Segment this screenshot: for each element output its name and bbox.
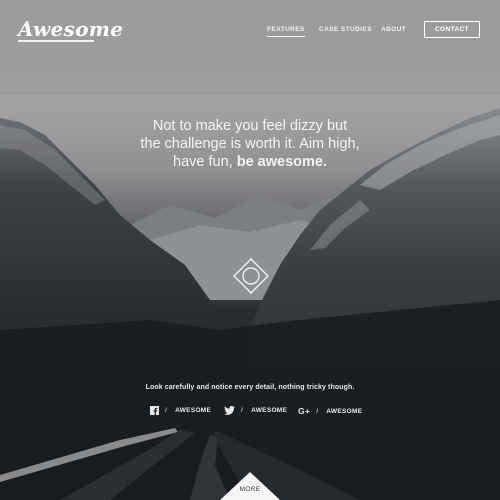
- social-separator: /: [165, 407, 168, 414]
- social-label: AWESOME: [175, 407, 212, 414]
- more-label: MORE: [239, 486, 261, 493]
- social-link-twitter[interactable]: / AWESOME: [224, 406, 287, 415]
- hero-tagline: Not to make you feel dizzy but the chall…: [100, 117, 400, 171]
- google-plus-icon: G+: [298, 406, 311, 416]
- social-separator: /: [241, 407, 244, 414]
- tagline-line-3: have fun, be awesome.: [100, 153, 400, 171]
- tagline-line-1: Not to make you feel dizzy but: [152, 118, 348, 134]
- nav-link-about[interactable]: ABOUT: [381, 26, 406, 33]
- social-label: AWESOME: [251, 407, 288, 414]
- social-link-google-plus[interactable]: G+ / AWESOME: [298, 406, 362, 416]
- tagline-line-3-prefix: have fun,: [173, 154, 233, 170]
- twitter-icon: [224, 406, 235, 415]
- social-separator: /: [316, 407, 319, 415]
- contact-button-label: CONTACT: [434, 26, 470, 33]
- footer-notice: Look carefully and notice every detail, …: [145, 384, 355, 391]
- nav-link-case-studies[interactable]: CASE STUDIES: [319, 26, 372, 33]
- mountain-landscape-image: [0, 95, 500, 500]
- social-link-facebook[interactable]: / AWESOME: [150, 406, 211, 415]
- top-navbar: Awesome FEATURES CASE STUDIES ABOUT CONT…: [0, 0, 500, 62]
- diamond-circle-icon: [233, 258, 269, 294]
- tagline-line-2: the challenge is worth it. Aim high,: [140, 136, 360, 152]
- more-button[interactable]: MORE: [220, 472, 280, 500]
- brand-logo[interactable]: Awesome: [18, 17, 123, 41]
- logo-underline: [17, 40, 95, 42]
- contact-button[interactable]: CONTACT: [424, 21, 480, 38]
- nav-link-features[interactable]: FEATURES: [267, 26, 305, 37]
- hero-background: [0, 0, 500, 500]
- social-label: AWESOME: [326, 407, 363, 415]
- facebook-icon: [150, 406, 159, 415]
- tagline-emphasis: be awesome.: [236, 154, 327, 170]
